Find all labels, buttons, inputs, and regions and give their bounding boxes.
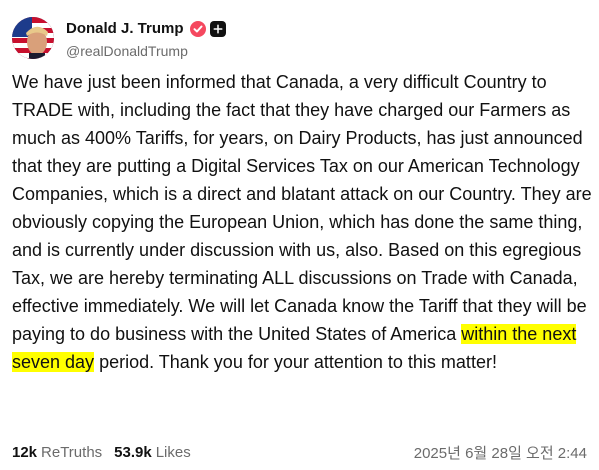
post-header: Donald J. Trump @realDonaldTrump — [12, 14, 226, 62]
plus-icon[interactable] — [209, 20, 226, 37]
author-handle[interactable]: @realDonaldTrump — [66, 43, 226, 59]
avatar[interactable] — [12, 17, 54, 59]
post-text-part: We have just been informed that Canada, … — [12, 72, 592, 344]
retruths-label: ReTruths — [41, 443, 103, 461]
avatar-image — [12, 17, 54, 59]
post-footer: 12k ReTruths 53.9k Likes 2025년 6월 28일 오전… — [12, 441, 587, 463]
likes-label: Likes — [155, 443, 191, 461]
author-name[interactable]: Donald J. Trump — [66, 20, 184, 37]
verified-check-icon — [189, 20, 206, 37]
retruths-count: 12k — [12, 443, 38, 461]
likes-stat[interactable]: 53.9k Likes — [114, 444, 191, 461]
likes-count: 53.9k — [114, 443, 152, 461]
post-timestamp[interactable]: 2025년 6월 28일 오전 2:44 — [414, 442, 587, 463]
retruths-stat[interactable]: 12k ReTruths — [12, 444, 102, 461]
post-text: We have just been informed that Canada, … — [12, 68, 592, 376]
post-text-part: period. Thank you for your attention to … — [94, 352, 497, 372]
